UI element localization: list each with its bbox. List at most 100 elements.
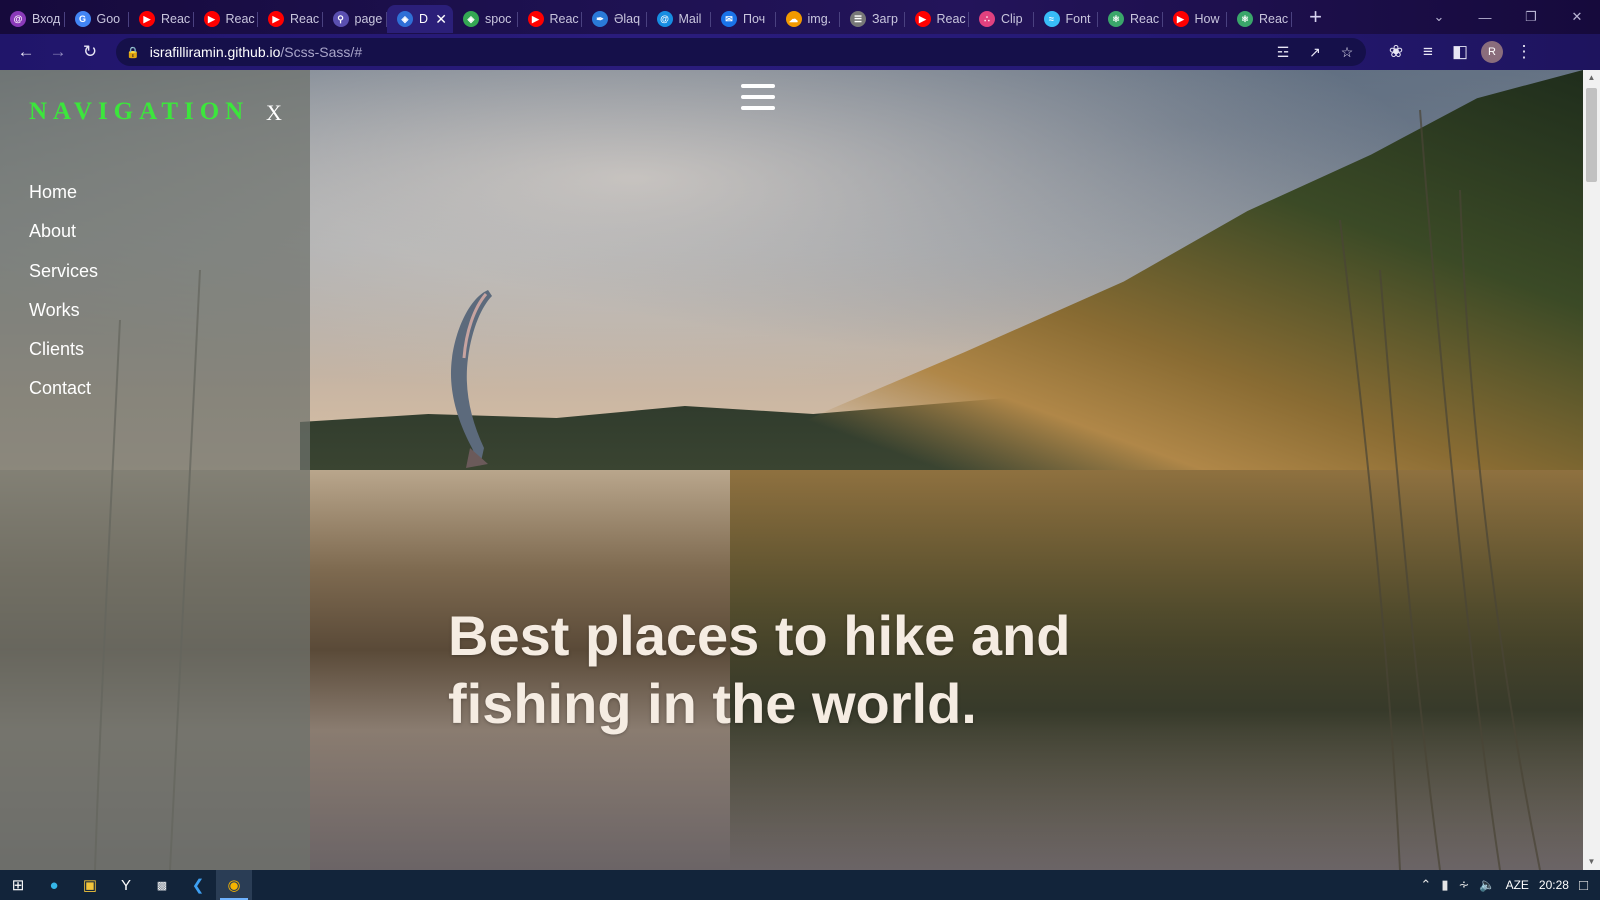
browser-tab[interactable]: ⚛ Reac bbox=[1227, 5, 1292, 33]
browser-tab[interactable]: ☰ Загр bbox=[840, 5, 905, 33]
tab-search-icon[interactable]: ⌄ bbox=[1416, 9, 1462, 25]
nav-item-services: Services bbox=[29, 261, 98, 300]
scroll-up-arrow-icon[interactable]: ▲ bbox=[1583, 70, 1600, 86]
layers-icon: ☰ bbox=[850, 11, 866, 27]
chevron-up-icon[interactable]: ⌃ bbox=[1420, 877, 1431, 893]
tab-title: Reac bbox=[161, 12, 191, 26]
browser-tab[interactable]: ▶ Reac bbox=[194, 5, 259, 33]
youtube-icon: ▶ bbox=[139, 11, 155, 27]
browser-tab[interactable]: ⚛ Reac bbox=[1098, 5, 1163, 33]
scrollbar-thumb[interactable] bbox=[1586, 88, 1597, 182]
terminal-icon[interactable]: ▩ bbox=[144, 870, 180, 900]
file-explorer-icon[interactable]: ▣ bbox=[72, 870, 108, 900]
browser-tab[interactable]: ▶ How bbox=[1163, 5, 1228, 33]
tab-title: img. bbox=[807, 12, 832, 26]
browser-tab[interactable]: ▶ Reac bbox=[905, 5, 970, 33]
nav-link-contact[interactable]: Contact bbox=[29, 378, 91, 398]
youtube-icon: ▶ bbox=[914, 11, 931, 27]
wifi-icon[interactable]: ∻ bbox=[1458, 877, 1469, 893]
browser-tab[interactable]: ▶ Reac bbox=[518, 5, 583, 33]
tab-title: spoc bbox=[485, 12, 512, 26]
clock[interactable]: 20:28 bbox=[1539, 878, 1569, 892]
avatar: R bbox=[1481, 41, 1503, 63]
bookmark-star-icon[interactable]: ☆ bbox=[1334, 36, 1360, 68]
browser-tab[interactable]: ∴ Clip bbox=[969, 5, 1034, 33]
globe-icon: ◈ bbox=[397, 11, 413, 27]
browser-toolbar: ← → ↻ 🔒 israfilliramin.github.io/Scss-Sa… bbox=[0, 34, 1600, 70]
dots-icon: ∴ bbox=[979, 11, 995, 27]
tab-title: Reac bbox=[225, 12, 255, 26]
browser-tab[interactable]: ≈ Font bbox=[1034, 5, 1099, 33]
back-arrow-icon[interactable]: ← bbox=[10, 36, 42, 68]
browser-tab[interactable]: ▶ Reac bbox=[129, 5, 194, 33]
lock-icon: 🔒 bbox=[126, 46, 140, 59]
browser-tab[interactable]: ✒ Əlaq bbox=[582, 5, 647, 33]
translate-icon[interactable]: ☲ bbox=[1270, 36, 1296, 68]
restore-button[interactable]: ❐ bbox=[1508, 9, 1554, 25]
tab-title: Reac bbox=[936, 12, 966, 26]
vscode-icon[interactable]: ❮ bbox=[180, 870, 216, 900]
extensions-icon[interactable]: ❀ bbox=[1380, 36, 1412, 68]
youtube-icon: ▶ bbox=[1172, 11, 1189, 27]
close-window-button[interactable]: ✕ bbox=[1554, 9, 1600, 25]
forward-arrow-icon[interactable]: → bbox=[42, 36, 74, 68]
tab-title: Загр bbox=[872, 12, 899, 26]
browser-tab[interactable]: ◈ spoc bbox=[453, 5, 518, 33]
notifications-icon[interactable]: □ bbox=[1579, 877, 1588, 894]
at-icon: @ bbox=[656, 11, 673, 27]
browser-tab[interactable]: @ Вход bbox=[0, 5, 65, 33]
browser-tab[interactable]: G Goo bbox=[65, 5, 130, 33]
browser-tab[interactable]: ▶ Reac bbox=[258, 5, 323, 33]
volume-icon[interactable]: 🔈 bbox=[1479, 877, 1495, 893]
reading-list-icon[interactable]: ≡ bbox=[1412, 36, 1444, 68]
tab-title: page bbox=[354, 12, 383, 26]
url-path: /Scss-Sass/# bbox=[280, 44, 363, 60]
react-icon: ⚛ bbox=[1108, 11, 1124, 27]
nav-list: Home About Services Works Clients Contac… bbox=[29, 182, 98, 418]
nav-item-contact: Contact bbox=[29, 378, 98, 417]
tab-title: Reac bbox=[549, 12, 579, 26]
side-navigation: NAVIGATION X Home About Services Works C… bbox=[0, 70, 310, 870]
hamburger-menu-icon[interactable] bbox=[741, 84, 775, 114]
browser-tab[interactable]: ⚲ page bbox=[323, 5, 388, 33]
nav-close-button[interactable]: X bbox=[266, 100, 282, 126]
react-icon: ⚛ bbox=[1237, 11, 1253, 27]
page-scrollbar[interactable]: ▲ ▼ bbox=[1583, 70, 1600, 870]
profile-avatar[interactable]: R bbox=[1476, 36, 1508, 68]
globe-icon: ◈ bbox=[463, 11, 479, 27]
system-tray: ⌃ ▮ ∻ 🔈 AZE 20:28 □ bbox=[1420, 877, 1600, 894]
side-panel-icon[interactable]: ◧ bbox=[1444, 36, 1476, 68]
chrome-icon[interactable]: ◉ bbox=[216, 870, 252, 900]
yandex-browser-icon[interactable]: Y bbox=[108, 870, 144, 900]
battery-icon[interactable]: ▮ bbox=[1441, 877, 1448, 893]
share-icon[interactable]: ↗ bbox=[1302, 36, 1328, 68]
nav-link-services[interactable]: Services bbox=[29, 261, 98, 281]
youtube-icon: ▶ bbox=[527, 11, 544, 27]
nav-item-clients: Clients bbox=[29, 339, 98, 378]
hero-title: Best places to hike and fishing in the w… bbox=[448, 604, 1071, 735]
browser-tab[interactable]: ☁ img. bbox=[776, 5, 841, 33]
browser-tab[interactable]: ◈ D ✕ bbox=[387, 5, 453, 33]
browser-tab[interactable]: @ Mail bbox=[647, 5, 712, 33]
browser-tab[interactable]: ✉ Поч bbox=[711, 5, 776, 33]
address-bar[interactable]: 🔒 israfilliramin.github.io/Scss-Sass/# ☲… bbox=[116, 38, 1366, 66]
new-tab-button[interactable]: + bbox=[1304, 4, 1328, 30]
edge-browser-icon[interactable]: ● bbox=[36, 870, 72, 900]
url-host: israfilliramin.github.io bbox=[149, 44, 281, 60]
menu-kebab-icon[interactable]: ⋮ bbox=[1508, 36, 1540, 68]
minimize-button[interactable]: — bbox=[1462, 10, 1508, 25]
nav-link-home[interactable]: Home bbox=[29, 182, 77, 202]
nav-link-works[interactable]: Works bbox=[29, 300, 80, 320]
reload-icon[interactable]: ↻ bbox=[74, 36, 106, 68]
language-indicator[interactable]: AZE bbox=[1506, 878, 1529, 892]
tab-title: Clip bbox=[1001, 12, 1023, 26]
windows-start-icon[interactable]: ⊞ bbox=[0, 870, 36, 900]
scroll-down-arrow-icon[interactable]: ▼ bbox=[1583, 854, 1600, 870]
tab-title: Вход bbox=[32, 12, 61, 26]
tab-title: Поч bbox=[743, 12, 766, 26]
tab-close-icon[interactable]: ✕ bbox=[435, 11, 447, 28]
nav-item-home: Home bbox=[29, 182, 98, 221]
nav-link-about[interactable]: About bbox=[29, 221, 76, 241]
nav-link-clients[interactable]: Clients bbox=[29, 339, 84, 359]
translate-icon: G bbox=[74, 11, 91, 27]
